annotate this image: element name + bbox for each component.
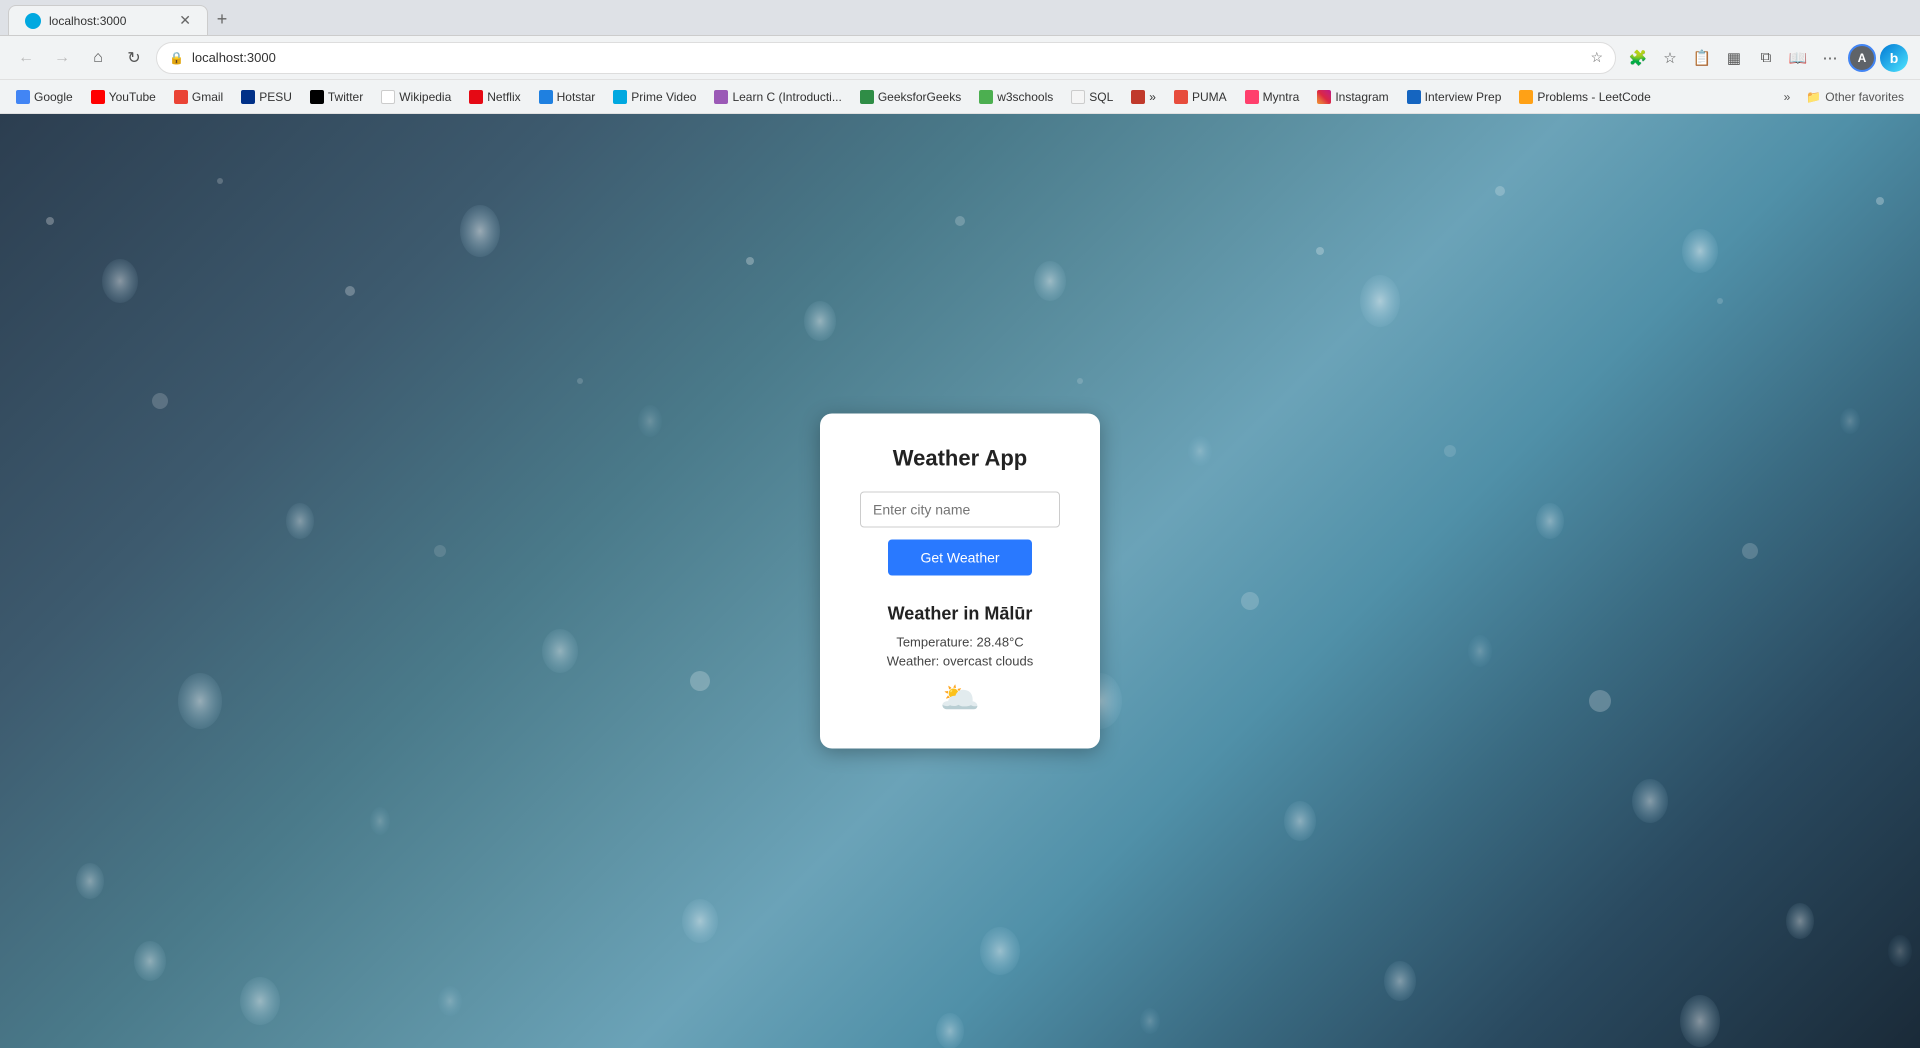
bookmark-youtube-label: YouTube (109, 90, 156, 104)
get-weather-button[interactable]: Get Weather (888, 540, 1031, 576)
city-input[interactable] (860, 492, 1060, 528)
weather-result: Weather in Mālūr Temperature: 28.48°C We… (860, 604, 1060, 717)
bookmark-youtube[interactable]: YouTube (83, 86, 164, 108)
bookmarks-bar: Google YouTube Gmail PESU Twitter Wikipe… (0, 80, 1920, 114)
bookmark-download-label: » (1149, 90, 1156, 104)
bookmark-gmail[interactable]: Gmail (166, 86, 231, 108)
back-button[interactable]: ← (12, 44, 40, 72)
bookmark-wikipedia[interactable]: Wikipedia (373, 86, 459, 108)
favorites-button[interactable]: ☆ (1656, 44, 1684, 72)
bookmark-leet-label: Problems - LeetCode (1537, 90, 1650, 104)
result-city-name: Weather in Mālūr (860, 604, 1060, 625)
bookmark-iprep-label: Interview Prep (1425, 90, 1502, 104)
bookmark-learnc-label: Learn C (Introducti... (732, 90, 841, 104)
bookmark-twitter-favicon (310, 90, 324, 104)
tab-title: localhost:3000 (49, 14, 126, 28)
bookmark-sql-label: SQL (1089, 90, 1113, 104)
bookmark-pesu[interactable]: PESU (233, 86, 300, 108)
bookmark-netflix[interactable]: Netflix (461, 86, 528, 108)
address-bar[interactable]: 🔒 localhost:3000 ☆ (156, 42, 1616, 74)
new-tab-button[interactable]: + (208, 5, 236, 33)
bookmark-leet-favicon (1519, 90, 1533, 104)
sidebar-button[interactable]: ▦ (1720, 44, 1748, 72)
bookmark-w3s[interactable]: w3schools (971, 86, 1061, 108)
bookmark-pesu-favicon (241, 90, 255, 104)
navigation-bar: ← → ⌂ ↻ 🔒 localhost:3000 ☆ 🧩 ☆ 📋 ▦ ⧉ 📖 ⋯… (0, 36, 1920, 80)
rain-background: Weather App Get Weather Weather in Mālūr… (0, 114, 1920, 1048)
bookmark-google-label: Google (34, 90, 73, 104)
tab-favicon (25, 13, 41, 29)
bookmark-myntra-favicon (1245, 90, 1259, 104)
bookmark-instagram-label: Instagram (1335, 90, 1388, 104)
extensions-button[interactable]: 🧩 (1624, 44, 1652, 72)
tab-bar: localhost:3000 ✕ + (0, 0, 1920, 36)
bookmark-myntra[interactable]: Myntra (1237, 86, 1308, 108)
result-weather-description: Weather: overcast clouds (860, 654, 1060, 669)
star-icon[interactable]: ☆ (1590, 49, 1603, 66)
url-text: localhost:3000 (192, 50, 1582, 65)
forward-button[interactable]: → (48, 44, 76, 72)
bookmark-sql[interactable]: SQL (1063, 86, 1121, 108)
bookmark-download[interactable]: » (1123, 86, 1164, 108)
lock-icon: 🔒 (169, 51, 184, 65)
folder-icon: 📁 (1806, 90, 1821, 104)
bookmark-netflix-favicon (469, 90, 483, 104)
active-tab[interactable]: localhost:3000 ✕ (8, 5, 208, 35)
bookmark-puma-label: PUMA (1192, 90, 1227, 104)
browser-frame: localhost:3000 ✕ + ← → ⌂ ↻ 🔒 localhost:3… (0, 0, 1920, 1048)
bookmark-gfg[interactable]: GeeksforGeeks (852, 86, 969, 108)
bookmark-learnc[interactable]: Learn C (Introducti... (706, 86, 849, 108)
bookmark-w3s-favicon (979, 90, 993, 104)
bookmarks-more-button[interactable]: » (1778, 86, 1797, 108)
bookmark-netflix-label: Netflix (487, 90, 520, 104)
bookmarks-other-favorites[interactable]: 📁 Other favorites (1798, 86, 1912, 108)
bookmark-puma-favicon (1174, 90, 1188, 104)
bookmark-hotstar-favicon (539, 90, 553, 104)
bookmark-learnc-favicon (714, 90, 728, 104)
profile-button[interactable]: A (1848, 44, 1876, 72)
bookmark-instagram[interactable]: Instagram (1309, 86, 1396, 108)
bookmark-prime[interactable]: Prime Video (605, 86, 704, 108)
weather-icon: 🌥️ (860, 679, 1060, 717)
bookmark-w3s-label: w3schools (997, 90, 1053, 104)
bookmark-leetcode[interactable]: Problems - LeetCode (1511, 86, 1658, 108)
bookmark-sql-favicon (1071, 90, 1085, 104)
bookmark-youtube-favicon (91, 90, 105, 104)
collections-button[interactable]: 📋 (1688, 44, 1716, 72)
page-content: Weather App Get Weather Weather in Mālūr… (0, 114, 1920, 1048)
bookmark-gmail-favicon (174, 90, 188, 104)
bookmark-myntra-label: Myntra (1263, 90, 1300, 104)
bookmark-hotstar-label: Hotstar (557, 90, 596, 104)
bookmark-gmail-label: Gmail (192, 90, 223, 104)
bookmark-download-favicon (1131, 90, 1145, 104)
home-button[interactable]: ⌂ (84, 44, 112, 72)
bookmark-puma[interactable]: PUMA (1166, 86, 1235, 108)
nav-icons-group: 🧩 ☆ 📋 ▦ ⧉ 📖 ⋯ A b (1624, 44, 1908, 72)
other-favorites-label: Other favorites (1825, 90, 1904, 104)
bookmark-wiki-label: Wikipedia (399, 90, 451, 104)
bookmark-google-favicon (16, 90, 30, 104)
bookmark-twitter-label: Twitter (328, 90, 363, 104)
bookmark-hotstar[interactable]: Hotstar (531, 86, 604, 108)
result-temperature: Temperature: 28.48°C (860, 635, 1060, 650)
more-tools-button[interactable]: ⋯ (1816, 44, 1844, 72)
bookmark-iprep[interactable]: Interview Prep (1399, 86, 1510, 108)
split-button[interactable]: ⧉ (1752, 44, 1780, 72)
edge-logo: b (1880, 44, 1908, 72)
bookmark-gfg-label: GeeksforGeeks (878, 90, 961, 104)
refresh-button[interactable]: ↻ (120, 44, 148, 72)
app-title: Weather App (860, 446, 1060, 472)
tab-close-button[interactable]: ✕ (179, 12, 191, 29)
weather-card: Weather App Get Weather Weather in Mālūr… (820, 414, 1100, 749)
bookmark-google[interactable]: Google (8, 86, 81, 108)
reading-mode-button[interactable]: 📖 (1784, 44, 1812, 72)
bookmark-prime-label: Prime Video (631, 90, 696, 104)
bookmark-pesu-label: PESU (259, 90, 292, 104)
bookmark-prime-favicon (613, 90, 627, 104)
bookmark-twitter[interactable]: Twitter (302, 86, 371, 108)
bookmark-instagram-favicon (1317, 90, 1331, 104)
bookmark-gfg-favicon (860, 90, 874, 104)
bookmark-wiki-favicon (381, 90, 395, 104)
bookmark-iprep-favicon (1407, 90, 1421, 104)
